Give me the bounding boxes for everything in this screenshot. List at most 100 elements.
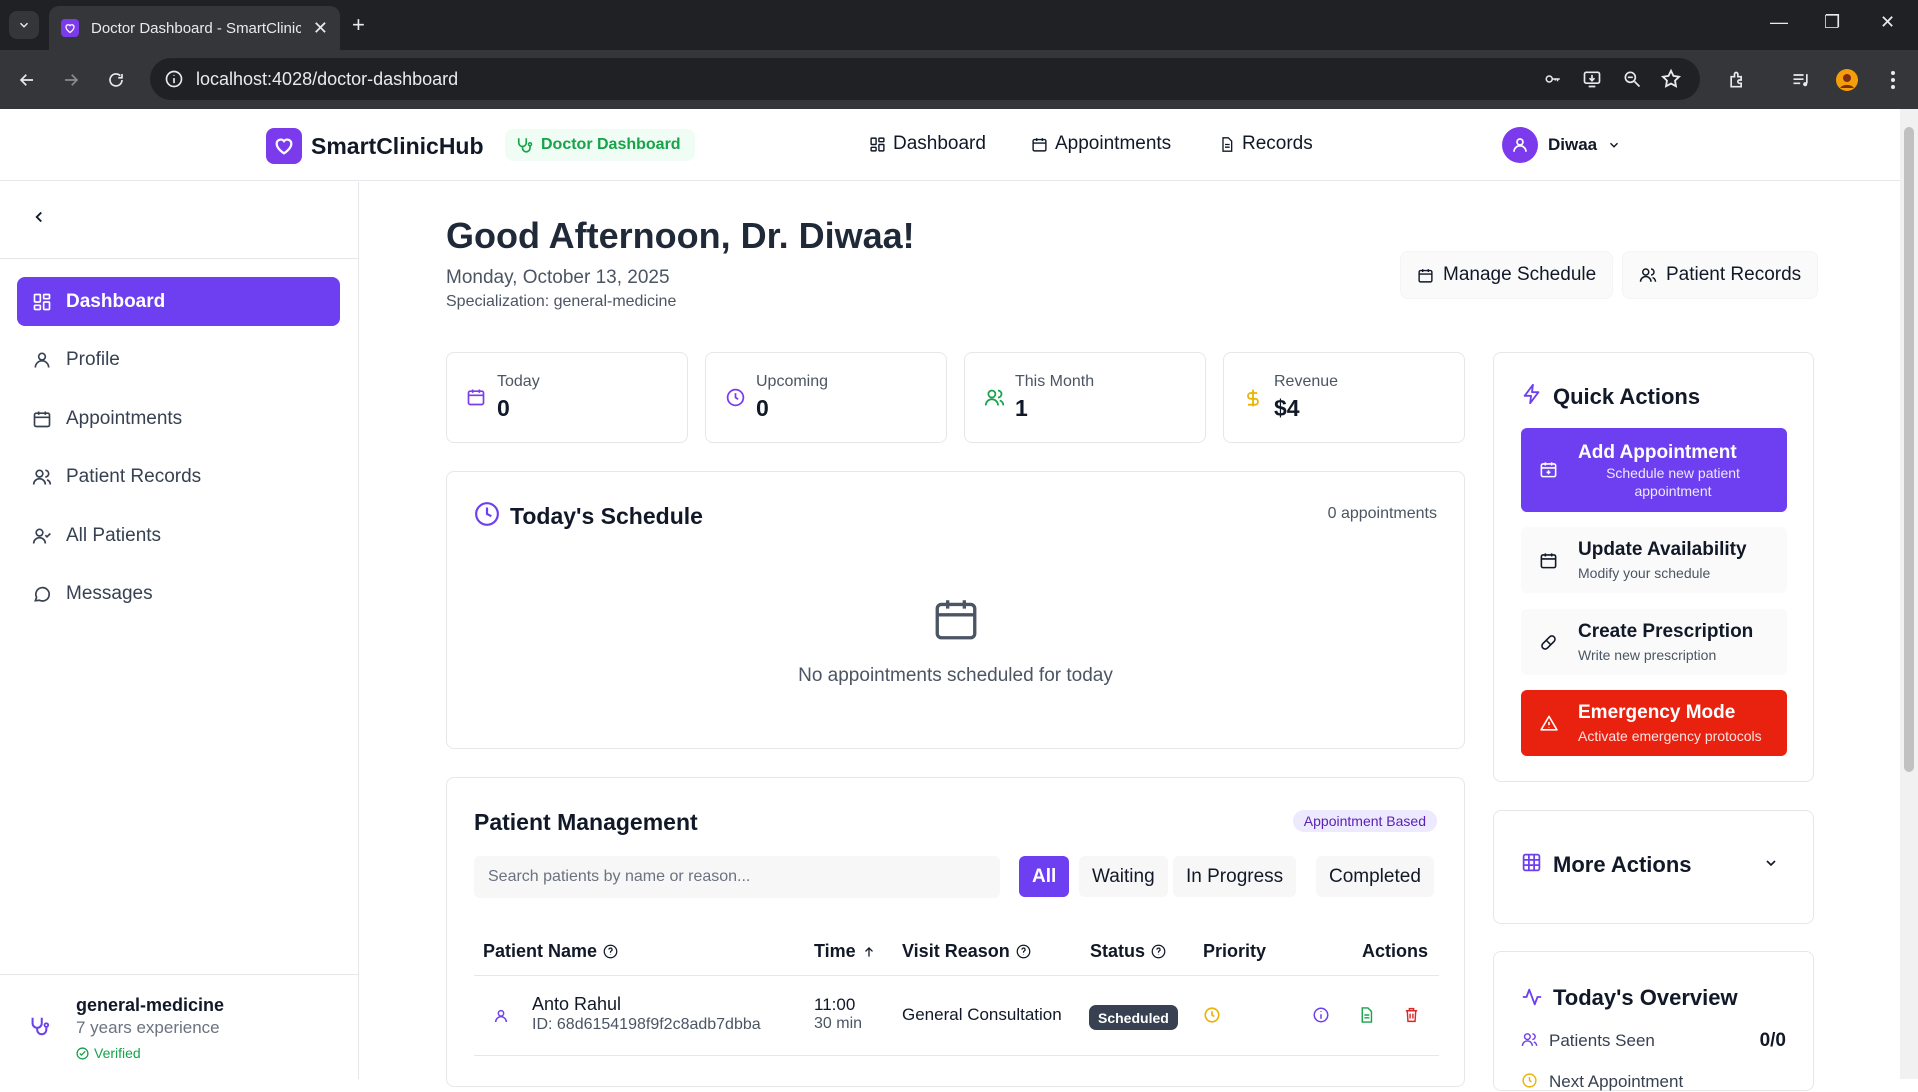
close-tab-icon[interactable]: ✕: [313, 18, 328, 39]
minimize-icon[interactable]: —: [1770, 12, 1788, 33]
nav-records-label: Records: [1242, 133, 1313, 154]
add-appointment-title: Add Appointment: [1578, 442, 1737, 463]
chevron-down-icon[interactable]: [1763, 855, 1779, 871]
sidebar-divider: [0, 258, 358, 259]
address-bar[interactable]: localhost:4028/doctor-dashboard: [150, 58, 1700, 100]
document-icon[interactable]: [1358, 1006, 1375, 1024]
back-icon[interactable]: [14, 67, 40, 93]
tab-title: Doctor Dashboard - SmartClinicHub: [91, 19, 301, 37]
install-icon[interactable]: [1582, 69, 1602, 89]
more-actions-title: More Actions: [1553, 852, 1692, 877]
nav-records[interactable]: Records: [1219, 133, 1313, 155]
user-check-icon: [32, 528, 51, 544]
calendar-icon: [1539, 551, 1558, 570]
stethoscope-icon: [517, 138, 533, 153]
trash-icon[interactable]: [1403, 1006, 1420, 1024]
brand-name[interactable]: SmartClinicHub: [311, 133, 484, 160]
zap-icon: [1521, 383, 1543, 405]
users-icon: [984, 387, 1005, 408]
patient-name[interactable]: Anto Rahul: [532, 994, 621, 1015]
column-status[interactable]: Status: [1090, 941, 1166, 962]
grid-icon: [33, 293, 51, 310]
filter-waiting[interactable]: Waiting: [1079, 856, 1168, 897]
patient-management-card: Patient Management Appointment Based All…: [446, 777, 1465, 1087]
verified-badge: Verified: [76, 1045, 141, 1061]
patients-seen-label: Patients Seen: [1549, 1031, 1655, 1050]
heart-logo-icon[interactable]: [266, 128, 302, 164]
media-icon[interactable]: [1788, 67, 1814, 93]
column-label: Priority: [1203, 941, 1267, 961]
filter-in-progress[interactable]: In Progress: [1173, 856, 1297, 897]
profile-avatar-icon[interactable]: [1834, 67, 1860, 93]
close-window-icon[interactable]: ✕: [1880, 12, 1895, 33]
site-info-icon[interactable]: [164, 69, 184, 89]
tab-search-button[interactable]: [9, 11, 39, 39]
key-icon[interactable]: [1542, 70, 1564, 88]
column-patient-name[interactable]: Patient Name: [483, 941, 618, 962]
forward-icon[interactable]: [58, 67, 84, 93]
column-label: Status: [1090, 941, 1146, 961]
appointment-count: 0 appointments: [1327, 505, 1437, 522]
new-tab-button[interactable]: +: [352, 12, 365, 38]
filter-completed[interactable]: Completed: [1316, 856, 1434, 897]
sidebar-item-dashboard[interactable]: Dashboard: [17, 277, 340, 326]
todays-overview-card: Today's Overview Patients Seen 0/0 Next …: [1493, 951, 1814, 1091]
column-label: Time: [814, 941, 856, 961]
url-text: localhost:4028/doctor-dashboard: [196, 69, 459, 89]
activity-icon: [1521, 986, 1543, 1008]
page-scrollbar[interactable]: [1900, 109, 1918, 1079]
sidebar-item-all-patients[interactable]: All Patients: [17, 511, 340, 560]
visit-reason: General Consultation: [902, 1005, 1062, 1024]
patient-management-title: Patient Management: [474, 809, 698, 835]
patient-records-button[interactable]: Patient Records: [1622, 251, 1819, 299]
sidebar-item-profile[interactable]: Profile: [17, 335, 340, 384]
menu-kebab-icon[interactable]: [1880, 67, 1906, 93]
nav-appointments[interactable]: Appointments: [1031, 133, 1171, 155]
create-prescription-button[interactable]: Create Prescription Write new prescripti…: [1521, 609, 1787, 675]
calendar-icon: [33, 411, 51, 427]
chevron-down-icon: [1610, 142, 1619, 148]
message-icon: [34, 586, 50, 602]
grid-icon: [870, 136, 885, 152]
more-actions-card[interactable]: More Actions: [1493, 810, 1814, 924]
emergency-mode-button[interactable]: Emergency Mode Activate emergency protoc…: [1521, 690, 1787, 756]
nav-dashboard[interactable]: Dashboard: [869, 133, 986, 155]
manage-schedule-label: Manage Schedule: [1443, 264, 1597, 285]
table-row-divider: [474, 1055, 1439, 1056]
sidebar-item-label: All Patients: [66, 524, 162, 546]
clock-icon: [725, 387, 746, 408]
sidebar-item-messages[interactable]: Messages: [17, 569, 340, 618]
stat-card-upcoming: Upcoming 0: [705, 352, 947, 443]
collapse-sidebar-button[interactable]: [30, 208, 48, 226]
update-availability-button[interactable]: Update Availability Modify your schedule: [1521, 527, 1787, 593]
update-availability-title: Update Availability: [1578, 539, 1747, 560]
table-header-divider: [474, 975, 1439, 976]
sidebar-item-appointments[interactable]: Appointments: [17, 394, 340, 443]
patient-search-input[interactable]: [474, 856, 1000, 898]
chevron-left-icon: [35, 211, 42, 223]
stat-label: Revenue: [1274, 373, 1339, 390]
sidebar-item-patient-records[interactable]: Patient Records: [17, 452, 340, 501]
empty-schedule-message: No appointments scheduled for today: [798, 665, 1113, 686]
user-menu[interactable]: Diwaa: [1502, 127, 1621, 163]
zoom-icon[interactable]: [1622, 69, 1642, 89]
reload-icon[interactable]: [103, 67, 129, 93]
sort-arrow-up-icon: [864, 946, 873, 957]
info-icon[interactable]: [1312, 1006, 1330, 1024]
restore-icon[interactable]: ❐: [1824, 12, 1840, 33]
emergency-mode-title: Emergency Mode: [1578, 702, 1736, 723]
browser-tab[interactable]: Doctor Dashboard - SmartClinicHub ✕: [49, 6, 340, 50]
bookmark-star-icon[interactable]: [1660, 68, 1682, 90]
help-icon: [1151, 944, 1166, 959]
column-visit-reason[interactable]: Visit Reason: [902, 941, 1031, 962]
column-time[interactable]: Time: [814, 941, 876, 962]
scrollbar-thumb[interactable]: [1904, 127, 1914, 772]
calendar-plus-icon: [1539, 460, 1558, 479]
extensions-icon[interactable]: [1724, 67, 1750, 93]
stat-card-today: Today 0: [446, 352, 688, 443]
add-appointment-button[interactable]: Add Appointment Schedule new patient app…: [1521, 428, 1787, 512]
stat-label: This Month: [1015, 373, 1095, 390]
filter-all[interactable]: All: [1019, 856, 1070, 897]
manage-schedule-button[interactable]: Manage Schedule: [1400, 251, 1614, 299]
stat-card-this-month: This Month 1: [964, 352, 1206, 443]
